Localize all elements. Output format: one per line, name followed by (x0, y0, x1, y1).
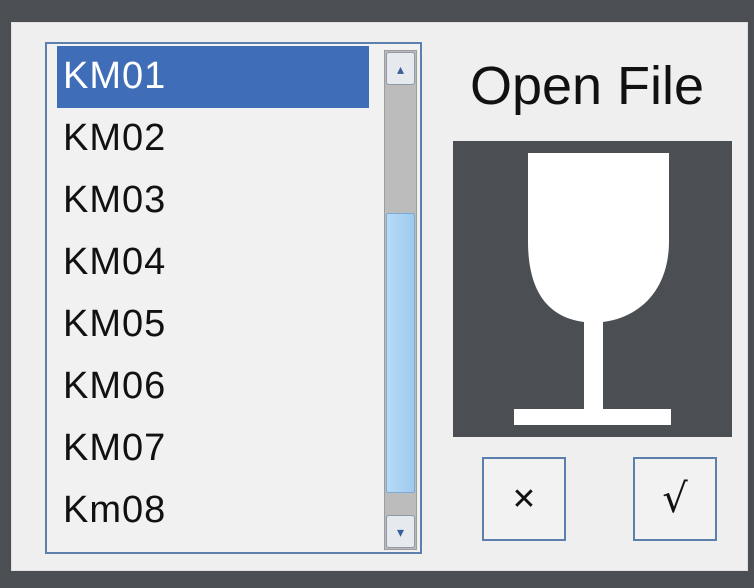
open-file-dialog: KM01 KM02 KM03 KM04 KM05 KM06 KM07 Km08 … (11, 22, 748, 571)
dialog-title: Open File (469, 56, 705, 116)
close-icon: ✕ (511, 481, 537, 517)
chevron-down-icon: ▾ (396, 523, 405, 540)
file-list-item[interactable]: KM06 (57, 356, 369, 418)
chevron-up-icon: ▴ (396, 60, 405, 77)
file-listbox[interactable]: KM01 KM02 KM03 KM04 KM05 KM06 KM07 Km08 … (45, 42, 422, 554)
file-list-item[interactable]: KM07 (57, 418, 369, 480)
checkmark-icon: √ (662, 476, 688, 522)
file-preview (453, 141, 732, 437)
scroll-up-button[interactable]: ▴ (386, 52, 415, 85)
cancel-button[interactable]: ✕ (482, 457, 566, 541)
file-list-item[interactable]: Km08 (57, 480, 369, 542)
file-list-item-selected[interactable]: KM01 (57, 46, 369, 108)
scroll-down-button[interactable]: ▾ (386, 515, 415, 548)
file-list: KM01 KM02 KM03 KM04 KM05 KM06 KM07 Km08 (57, 46, 369, 542)
vertical-scrollbar[interactable]: ▴ ▾ (384, 50, 417, 550)
file-list-item[interactable]: KM05 (57, 294, 369, 356)
confirm-button[interactable]: √ (633, 457, 717, 541)
scroll-thumb[interactable] (386, 213, 415, 493)
fragile-glass-icon (514, 153, 671, 425)
scroll-track[interactable] (385, 85, 416, 516)
file-list-item[interactable]: KM03 (57, 170, 369, 232)
file-list-item[interactable]: KM04 (57, 232, 369, 294)
file-list-item[interactable]: KM02 (57, 108, 369, 170)
